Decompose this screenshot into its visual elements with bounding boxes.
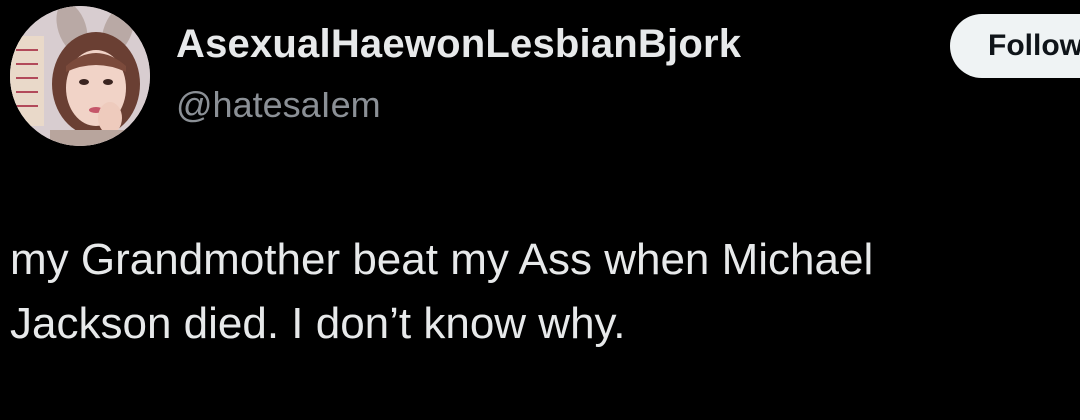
- avatar-photo-icon: [10, 6, 150, 146]
- author-display-name[interactable]: AsexualHaewonLesbianBjork: [176, 22, 741, 67]
- follow-button[interactable]: Follow: [950, 14, 1080, 78]
- author-handle[interactable]: @hatesaIem: [176, 84, 381, 126]
- tweet-card: AsexualHaewonLesbianBjork @hatesaIem Fol…: [0, 0, 1080, 420]
- tweet-text: my Grandmother beat my Ass when Michael …: [10, 228, 1070, 356]
- tweet-text-line: Jackson died. I don’t know why.: [10, 299, 626, 348]
- author-avatar[interactable]: [10, 6, 150, 146]
- tweet-text-line: my Grandmother beat my Ass when Michael: [10, 235, 874, 284]
